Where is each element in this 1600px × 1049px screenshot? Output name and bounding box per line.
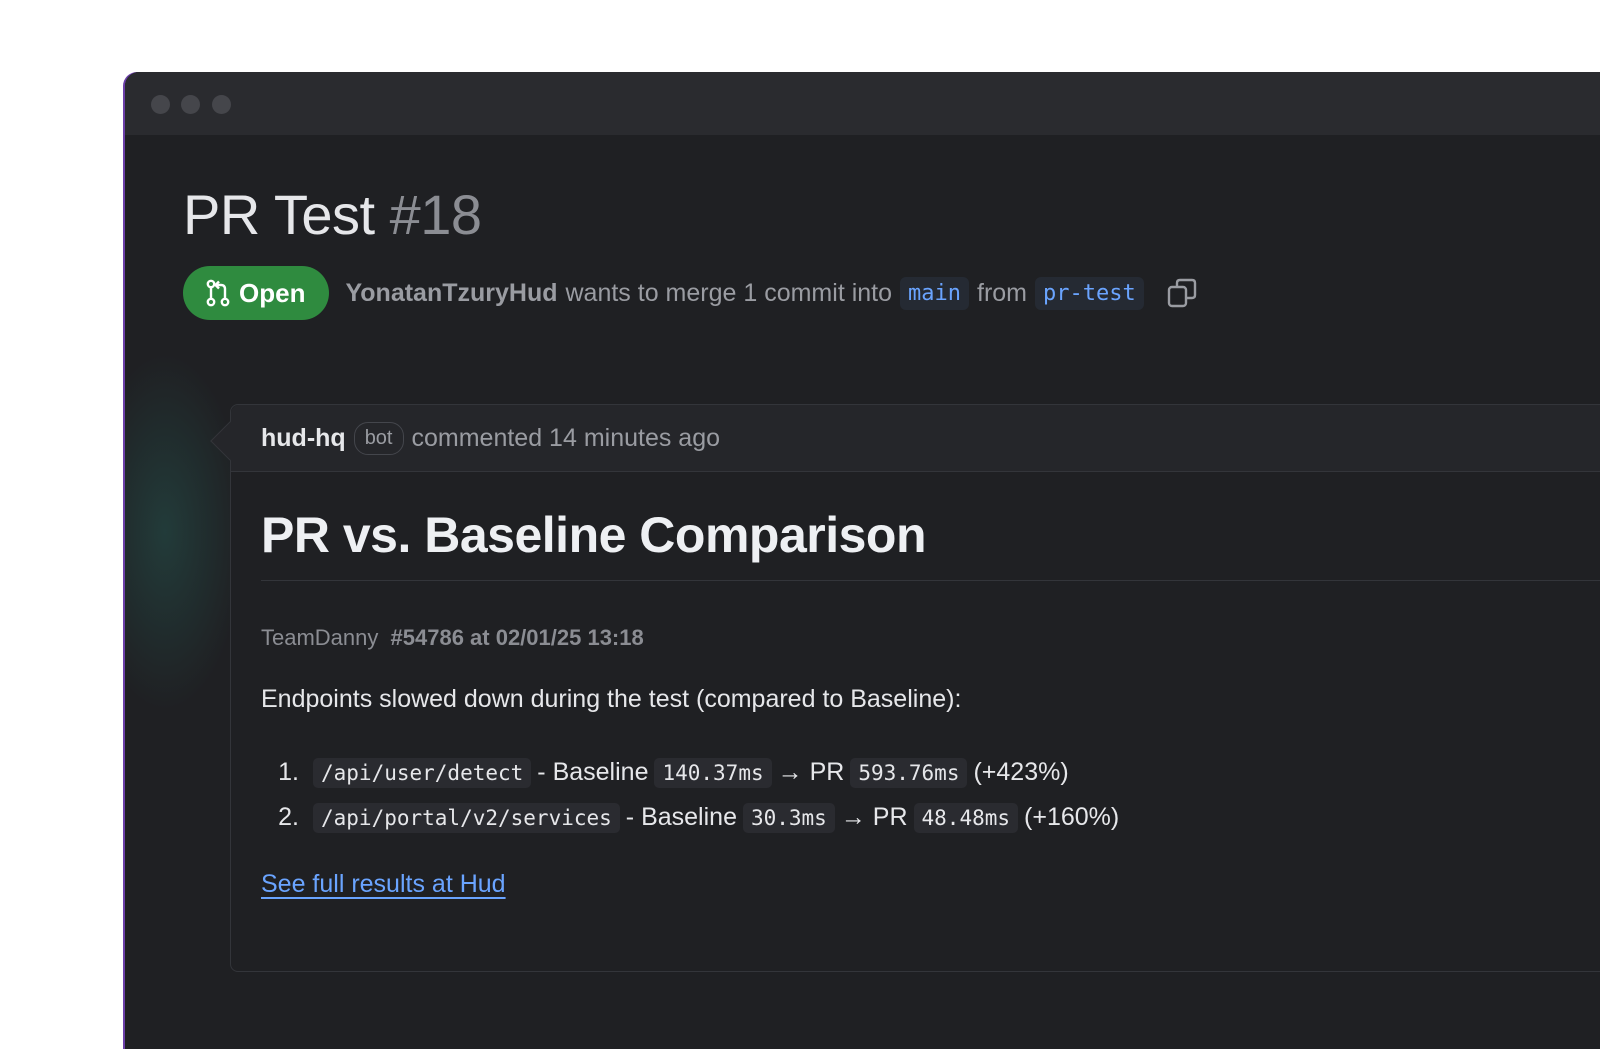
- endpoint-path: /api/user/detect: [313, 757, 532, 788]
- run-info: TeamDanny #54786 at 02/01/25 13:18: [261, 625, 1600, 651]
- merge-text: wants to merge 1 commit into: [565, 278, 893, 307]
- intro-text: Endpoints slowed down during the test (c…: [261, 685, 962, 713]
- delta-value: (+160%): [1024, 803, 1120, 831]
- baseline-value: 30.3ms: [742, 802, 835, 833]
- baseline-value: 140.37ms: [654, 757, 772, 788]
- git-pull-request-icon: [206, 279, 230, 307]
- comment-card: hud-hq bot commented 14 minutes ago PR v…: [210, 404, 1600, 972]
- list-index: 2.: [278, 803, 299, 831]
- pr-number: #18: [389, 183, 482, 246]
- endpoint-path: /api/portal/v2/services: [313, 802, 620, 833]
- copy-icon[interactable]: [1166, 277, 1198, 309]
- pr-label: → PR: [840, 803, 908, 831]
- heading-divider: [261, 580, 1600, 581]
- bot-badge: bot: [353, 421, 404, 455]
- comment-body: PR vs. Baseline Comparison TeamDanny #54…: [261, 472, 1600, 899]
- minimize-window-button[interactable]: [181, 95, 200, 114]
- status-label: Open: [239, 277, 306, 308]
- from-text: from: [977, 278, 1027, 307]
- author-link[interactable]: YonatanTzuryHud: [345, 279, 557, 308]
- app-window: PR Test #18 Open YonatanTzuryHud wants t…: [125, 72, 1600, 1049]
- team-name: TeamDanny: [261, 625, 379, 650]
- delta-value: (+423%): [973, 758, 1069, 786]
- head-branch[interactable]: pr-test: [1035, 276, 1144, 310]
- baseline-label: - Baseline: [537, 758, 649, 786]
- page-title: PR Test #18: [183, 182, 482, 247]
- base-branch[interactable]: main: [900, 276, 969, 310]
- full-results-link[interactable]: See full results at Hud: [261, 870, 506, 899]
- comment-timestamp[interactable]: commented 14 minutes ago: [412, 424, 721, 453]
- list-item: 1. /api/user/detect - Baseline 140.37ms …: [261, 750, 1600, 795]
- pr-title-text: PR Test: [183, 183, 375, 246]
- comment-author[interactable]: hud-hq: [261, 424, 346, 453]
- maximize-window-button[interactable]: [212, 95, 231, 114]
- merge-description: YonatanTzuryHud wants to merge 1 commit …: [345, 276, 1198, 310]
- background-glow: [125, 352, 245, 712]
- pr-value: 593.76ms: [850, 757, 968, 788]
- pr-meta: Open YonatanTzuryHud wants to merge 1 co…: [183, 266, 1198, 320]
- status-badge: Open: [183, 266, 330, 320]
- list-item: 2. /api/portal/v2/services - Baseline 30…: [261, 795, 1600, 840]
- pr-label: → PR: [777, 758, 845, 786]
- endpoint-list: 1. /api/user/detect - Baseline 140.37ms …: [261, 750, 1600, 840]
- close-window-button[interactable]: [151, 95, 170, 114]
- title-bar: [125, 72, 1600, 135]
- comment-heading: PR vs. Baseline Comparison: [261, 507, 927, 563]
- comment-header: hud-hq bot commented 14 minutes ago: [231, 405, 1600, 472]
- baseline-label: - Baseline: [625, 803, 737, 831]
- pr-value: 48.48ms: [913, 802, 1019, 833]
- run-id: #54786 at 02/01/25 13:18: [390, 625, 644, 650]
- list-index: 1.: [278, 758, 299, 786]
